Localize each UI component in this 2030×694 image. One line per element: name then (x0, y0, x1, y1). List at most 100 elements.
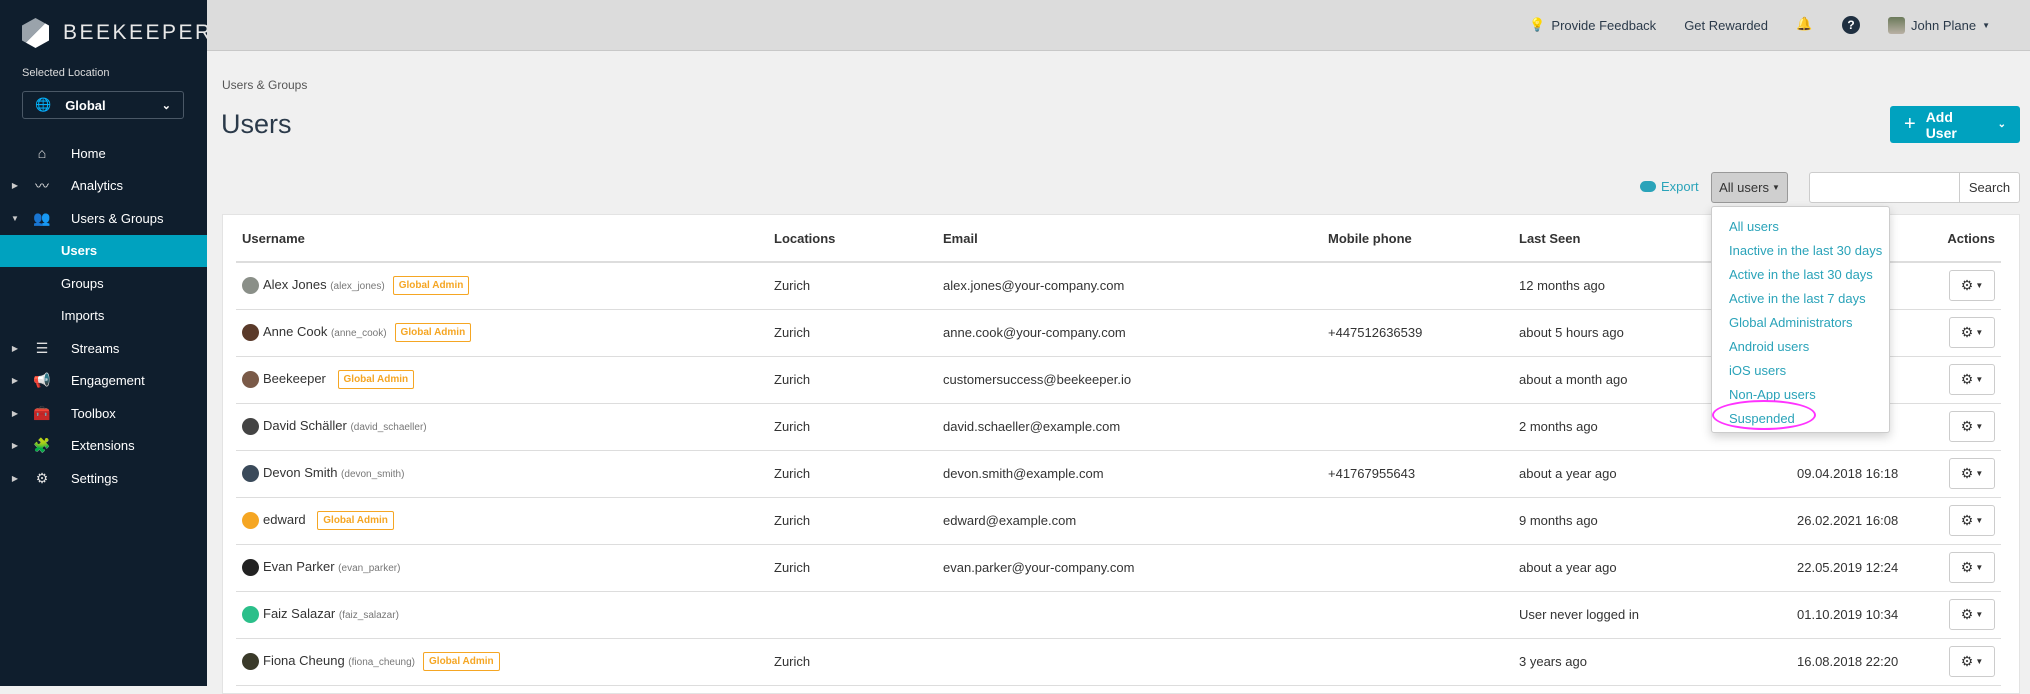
help-button[interactable]: ? (1842, 16, 1861, 34)
email-cell (937, 638, 1322, 686)
sidebar-item-streams[interactable]: ▶ ☰ Streams (0, 332, 207, 365)
mobile-cell: +41767955643 (1322, 450, 1513, 498)
export-button[interactable]: Export (1640, 179, 1699, 194)
last-seen-cell: 9 months ago (1513, 497, 1745, 545)
email-cell: alex.jones@your-company.com (937, 262, 1322, 310)
nav-label: Users & Groups (71, 210, 164, 226)
search-input[interactable] (1809, 172, 1960, 203)
sidebar-item-analytics[interactable]: ▶ 〰 Analytics (0, 170, 207, 203)
user-name-link[interactable]: Fiona Cheung (263, 653, 345, 668)
breadcrumb[interactable]: Users & Groups (222, 78, 307, 92)
row-actions-button[interactable]: ⚙ ▼ (1949, 270, 1995, 302)
location-cell: Zurich (768, 450, 937, 498)
user-handle: (anne_cook) (330, 327, 387, 339)
user-menu[interactable]: John Plane ▼ (1888, 16, 1990, 34)
email-cell: edward@example.com (937, 497, 1322, 545)
col-username[interactable]: Username (236, 215, 768, 263)
user-name-link[interactable]: Faiz Salazar (263, 606, 335, 621)
filter-option-all-users[interactable]: All users (1712, 215, 1889, 239)
user-name-link[interactable]: Devon Smith (263, 465, 337, 480)
row-actions-button[interactable]: ⚙ ▼ (1949, 505, 1995, 536)
gear-icon: ⚙ (1960, 324, 1974, 340)
brand-logo[interactable]: BEEKEEPER (22, 18, 213, 48)
user-name-link[interactable]: Anne Cook (263, 324, 327, 339)
user-name-link[interactable]: edward (263, 512, 306, 527)
table-row[interactable]: edward Global Admin Zurich edward@exampl… (236, 497, 2001, 545)
sidebar-item-toolbox[interactable]: ▶ 🧰 Toolbox (0, 397, 207, 430)
username-cell: Faiz Salazar (faiz_salazar) (236, 591, 768, 639)
plus-icon: + (1904, 113, 1916, 135)
sidebar-item-users-groups[interactable]: ▼ 👥 Users & Groups (0, 202, 207, 235)
sidebar-item-extensions[interactable]: ▶ 🧩 Extensions (0, 430, 207, 463)
filter-option-active-in-the-last-7-days[interactable]: Active in the last 7 days (1712, 287, 1889, 311)
location-label: Selected Location (22, 67, 110, 79)
filter-option-android-users[interactable]: Android users (1712, 335, 1889, 359)
caret-right-icon: ▶ (11, 441, 19, 451)
row-actions-button[interactable]: ⚙ ▼ (1949, 552, 1995, 583)
avatar (1888, 16, 1906, 34)
actions-cell: ⚙ ▼ (1911, 638, 2001, 686)
row-actions-button[interactable]: ⚙ ▼ (1949, 458, 1995, 489)
sidebar-item-groups[interactable]: Groups (0, 267, 207, 300)
streams-icon: ☰ (35, 339, 49, 356)
caret-right-icon: ▶ (11, 376, 19, 386)
actions-cell: ⚙ ▼ (1911, 544, 2001, 592)
filter-option-active-in-the-last-30-days[interactable]: Active in the last 30 days (1712, 263, 1889, 287)
nav-label: Groups (61, 275, 104, 291)
sidebar-item-settings[interactable]: ▶ ⚙ Settings (0, 462, 207, 495)
filter-option-global-administrators[interactable]: Global Administrators (1712, 311, 1889, 335)
chevron-down-icon: ⌄ (161, 99, 171, 112)
sidebar-item-engagement[interactable]: ▶ 📢 Engagement (0, 365, 207, 398)
global-admin-badge: Global Admin (392, 276, 470, 296)
actions-cell: ⚙ ▼ (1911, 403, 2001, 451)
location-cell: Zurich (768, 497, 937, 545)
last-seen-cell: User never logged in (1513, 591, 1745, 639)
feedback-label: Provide Feedback (1551, 17, 1657, 33)
table-row[interactable]: Evan Parker (evan_parker) Zurich evan.pa… (236, 544, 2001, 592)
get-rewarded-link[interactable]: Get Rewarded (1684, 18, 1768, 33)
user-name-link[interactable]: Beekeeper (263, 371, 326, 386)
sidebar-item-home[interactable]: ⌂ Home (0, 137, 207, 170)
global-admin-badge: Global Admin (394, 323, 472, 342)
user-name-link[interactable]: David Schäller (263, 418, 347, 433)
location-cell (768, 591, 937, 639)
nav-label: Streams (71, 340, 120, 356)
user-filter-dropdown[interactable]: All users ▼ (1711, 172, 1788, 203)
gear-icon: ⚙ (1960, 559, 1974, 575)
user-name-link[interactable]: Alex Jones (263, 277, 327, 292)
filter-option-ios-users[interactable]: iOS users (1712, 359, 1889, 383)
username-cell: David Schäller (david_schaeller) (236, 403, 768, 451)
table-row[interactable]: Devon Smith (devon_smith) Zurich devon.s… (236, 450, 2001, 498)
table-row[interactable]: Fiona Cheung (fiona_cheung) Global Admin … (236, 638, 2001, 686)
username-cell: Evan Parker (evan_parker) (236, 544, 768, 592)
globe-icon: 🌐 (35, 97, 52, 112)
user-name-link[interactable]: Evan Parker (263, 559, 335, 574)
sidebar-item-users[interactable]: Users (0, 234, 207, 267)
notifications-button[interactable]: 🔔 (1796, 16, 1814, 34)
row-actions-button[interactable]: ⚙ ▼ (1949, 317, 1995, 348)
row-actions-button[interactable]: ⚙ ▼ (1949, 599, 1995, 630)
table-row[interactable]: Faiz Salazar (faiz_salazar) User never l… (236, 591, 2001, 639)
location-select[interactable]: 🌐 Global ⌄ (22, 91, 184, 119)
created-cell: 01.10.2019 10:34 (1745, 591, 1911, 639)
add-user-label: Add User (1925, 108, 1957, 141)
provide-feedback-link[interactable]: 💡 Provide Feedback (1529, 17, 1656, 33)
username-cell: Anne Cook (anne_cook) Global Admin (236, 309, 768, 357)
col-actions: Actions (1911, 215, 2001, 263)
row-actions-button[interactable]: ⚙ ▼ (1949, 646, 1995, 677)
avatar (242, 512, 259, 529)
search-button[interactable]: Search (1959, 172, 2020, 203)
add-user-button[interactable]: + Add User ⌄ (1890, 106, 2020, 143)
email-cell: customersuccess@beekeeper.io (937, 356, 1322, 404)
filter-option-inactive-in-the-last-30-days[interactable]: Inactive in the last 30 days (1712, 239, 1889, 263)
created-cell: 22.05.2019 12:24 (1745, 544, 1911, 592)
col-email[interactable]: Email (937, 215, 1322, 263)
sidebar-item-imports[interactable]: Imports (0, 300, 207, 333)
row-actions-button[interactable]: ⚙ ▼ (1949, 411, 1995, 442)
home-icon: ⌂ (37, 145, 47, 162)
nav-label: Analytics (71, 178, 124, 194)
row-actions-button[interactable]: ⚙ ▼ (1949, 364, 1995, 395)
avatar (242, 606, 259, 624)
mobile-cell (1322, 262, 1513, 310)
caret-down-icon: ▼ (1975, 328, 1984, 337)
